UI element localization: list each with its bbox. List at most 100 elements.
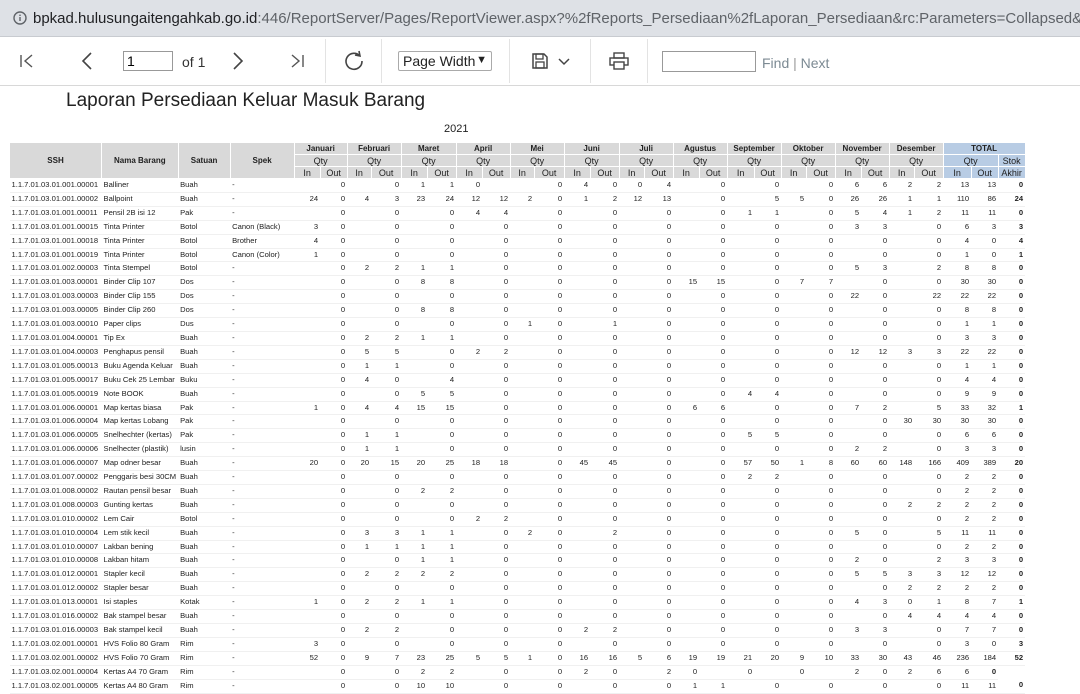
out-cell: 7	[971, 595, 999, 611]
out-cell: 0	[482, 484, 511, 499]
in-cell	[727, 623, 755, 638]
out-cell: 2	[971, 484, 999, 499]
out-cell: 0	[320, 220, 348, 235]
save-icon[interactable]	[528, 49, 552, 73]
out-cell: 12	[861, 345, 890, 360]
out-cell: 1	[371, 428, 402, 444]
refresh-icon[interactable]	[341, 49, 367, 73]
out-cell: 50	[754, 456, 782, 472]
satuan-cell: Rim	[178, 679, 231, 694]
nama-cell: Binder Clip 260	[101, 303, 179, 319]
out-cell: 12	[971, 567, 999, 583]
spek-cell: -	[230, 456, 295, 472]
in-cell: 12	[456, 192, 483, 207]
out-cell: 2	[914, 553, 944, 569]
nama-cell: Penghapus pensil	[101, 345, 179, 360]
month-header: Mei	[509, 142, 565, 155]
ssh-cell: 1.1.7.01.03.01.006.00006	[9, 442, 102, 458]
out-cell: 1	[699, 679, 728, 694]
out-cell: 16	[590, 651, 620, 666]
spek-cell: -	[230, 192, 295, 207]
in-cell	[294, 261, 321, 277]
table-row: 1.1.7.01.03.01.003.00003 Binder Clip 155 D…	[9, 289, 1026, 305]
in-cell	[564, 414, 591, 430]
in-cell	[835, 609, 862, 624]
last-page-icon[interactable]	[286, 51, 308, 71]
out-cell: 0	[861, 637, 890, 652]
print-icon[interactable]	[606, 49, 632, 73]
out-cell: 0	[754, 359, 782, 374]
page-number-input[interactable]	[123, 51, 173, 71]
in-cell: 16	[564, 651, 591, 666]
in-cell: 2	[889, 665, 915, 680]
out-cell: 3	[914, 345, 944, 360]
in-cell	[456, 595, 483, 611]
out-cell	[482, 178, 511, 193]
out-cell: 0	[914, 331, 944, 346]
in-cell	[781, 317, 807, 332]
in-cell: 20	[294, 456, 321, 472]
spek-cell: -	[230, 178, 295, 193]
in-cell	[889, 553, 915, 569]
in-cell: 2	[510, 526, 535, 541]
zoom-select[interactable]: Page Width ▼	[398, 51, 492, 71]
out-cell: 0	[754, 289, 782, 305]
in-cell	[456, 540, 483, 555]
next-link[interactable]: Next	[801, 55, 830, 71]
out-cell: 0	[644, 679, 674, 694]
in-cell	[510, 178, 535, 193]
nama-cell: Snelhecter (plastik)	[101, 442, 179, 458]
in-cell	[727, 373, 755, 388]
ssh-cell: 1.1.7.01.03.01.004.00003	[9, 345, 102, 360]
in-cell: 9	[347, 651, 372, 666]
in-cell	[294, 609, 321, 624]
find-link[interactable]: Find	[762, 55, 789, 71]
in-cell	[564, 498, 591, 513]
in-cell	[294, 178, 321, 193]
out-cell: 0	[427, 609, 457, 624]
out-cell: 0	[534, 401, 565, 416]
in-cell	[673, 206, 700, 221]
out-cell: 2	[971, 540, 999, 555]
table-row: 1.1.7.01.03.01.016.00003 Bak stampel keci…	[9, 623, 1026, 638]
total-header: TOTAL	[942, 142, 1026, 155]
in-cell	[401, 220, 428, 235]
prev-page-icon[interactable]	[76, 51, 98, 71]
in-cell	[673, 317, 700, 332]
first-page-icon[interactable]	[16, 51, 38, 71]
in-cell	[781, 401, 807, 416]
in-cell: 3	[347, 526, 372, 541]
ssh-cell: 1.1.7.01.03.01.006.00001	[9, 401, 102, 416]
in-cell: 11	[943, 206, 972, 221]
out-cell: 0	[806, 331, 836, 346]
in-cell	[835, 414, 862, 430]
out-cell: 0	[754, 317, 782, 332]
out-cell: 0	[320, 665, 348, 680]
out-cell: 0	[914, 387, 944, 402]
dropdown-icon[interactable]	[555, 53, 573, 71]
out-cell: 0	[482, 595, 511, 611]
nama-cell: Tinta Stempel	[101, 261, 179, 277]
address-bar[interactable]: bpkad.hulusungaitengahkab.go.id:446/Repo…	[0, 0, 1080, 37]
out-cell: 4	[644, 178, 674, 193]
site-info-icon[interactable]	[13, 11, 27, 25]
out-cell: 2	[371, 595, 402, 611]
satuan-cell: Buah	[178, 526, 231, 541]
out-cell: 4	[861, 206, 890, 221]
find-input[interactable]	[662, 51, 756, 72]
next-page-icon[interactable]	[227, 51, 249, 71]
spek-cell: -	[230, 387, 295, 402]
spek-cell: -	[230, 623, 295, 638]
stok-akhir-cell: 3	[998, 637, 1026, 652]
satuan-cell: Botol	[178, 248, 231, 263]
out-cell: 0	[590, 345, 620, 360]
in-cell: 0	[619, 178, 645, 193]
out-cell: 0	[806, 679, 836, 694]
spek-cell: Brother	[230, 234, 295, 249]
in-cell	[347, 220, 372, 235]
in-cell	[727, 234, 755, 249]
out-cell: 0	[754, 623, 782, 638]
in-cell	[619, 484, 645, 499]
out-cell: 5	[754, 192, 782, 207]
table-row: 1.1.7.01.03.01.006.00006 Snelhecter (plas…	[9, 442, 1026, 458]
